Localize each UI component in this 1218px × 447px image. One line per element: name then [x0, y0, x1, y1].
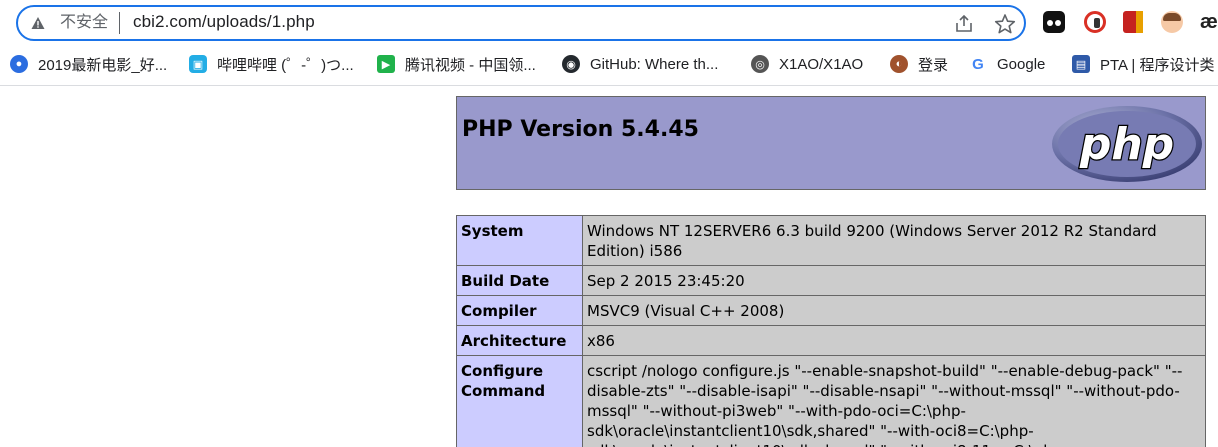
- bookmark-bilibili[interactable]: ▣ 哔哩哔哩 (゜-゜)つ...: [189, 50, 354, 78]
- globe-icon: ◎: [751, 55, 769, 73]
- table-row: System Windows NT 12SERVER6 6.3 build 92…: [456, 215, 1206, 266]
- url-text[interactable]: cbi2.com/uploads/1.php: [133, 12, 315, 32]
- row-value: MSVC9 (Visual C++ 2008): [582, 295, 1206, 326]
- table-row: Build Date Sep 2 2015 23:45:20: [456, 265, 1206, 296]
- row-key: Compiler: [456, 295, 583, 326]
- row-key: Architecture: [456, 325, 583, 356]
- row-value: cscript /nologo configure.js "--enable-s…: [582, 355, 1206, 447]
- page-content: PHP Version 5.4.45 php System Windows NT…: [0, 87, 1218, 447]
- login-site-icon: ◐: [890, 55, 908, 73]
- row-key: System: [456, 215, 583, 266]
- browser-chrome: 不安全 cbi2.com/uploads/1.php æ ● 2019最新电影_…: [0, 0, 1218, 86]
- row-key: Build Date: [456, 265, 583, 296]
- globe-blue-icon: ●: [10, 55, 28, 73]
- share-icon[interactable]: [953, 13, 975, 35]
- github-icon: ◉: [562, 55, 580, 73]
- google-icon: G: [969, 55, 987, 73]
- tencent-video-icon: ▶: [377, 55, 395, 73]
- extension-icon-1[interactable]: [1043, 11, 1065, 33]
- extension-icon-5[interactable]: æ: [1200, 11, 1218, 33]
- bookmark-label: X1AO/X1AO: [779, 55, 864, 73]
- bookmark-label: PTA | 程序设计类: [1100, 56, 1215, 74]
- row-key: Configure Command: [456, 355, 583, 447]
- avatar-extension-icon[interactable]: [1161, 11, 1183, 33]
- row-value: x86: [582, 325, 1206, 356]
- table-row: Compiler MSVC9 (Visual C++ 2008): [456, 295, 1206, 326]
- php-logo-icon[interactable]: php: [1050, 104, 1205, 184]
- bookmark-label: GitHub: Where th...: [590, 55, 719, 73]
- bookmark-movie-site[interactable]: ● 2019最新电影_好...: [10, 50, 167, 78]
- bookmark-github[interactable]: ◉ GitHub: Where th...: [562, 50, 718, 78]
- row-value: Windows NT 12SERVER6 6.3 build 9200 (Win…: [582, 215, 1206, 266]
- bookmark-label: 登录: [918, 56, 949, 74]
- bookmark-label: 哔哩哔哩 (゜-゜)つ...: [217, 56, 354, 74]
- bookmark-label: 腾讯视频 - 中国领...: [405, 56, 536, 74]
- row-value: Sep 2 2015 23:45:20: [582, 265, 1206, 296]
- address-bar[interactable]: 不安全 cbi2.com/uploads/1.php: [16, 5, 1026, 41]
- bookmark-login[interactable]: ◐ 登录: [890, 50, 948, 78]
- bookmark-label: 2019最新电影_好...: [38, 56, 168, 74]
- star-icon[interactable]: [994, 13, 1016, 35]
- page-title: PHP Version 5.4.45: [462, 117, 699, 142]
- php-logo-text: php: [1079, 119, 1174, 170]
- security-label[interactable]: 不安全: [60, 13, 108, 33]
- bookmarks-bar: ● 2019最新电影_好... ▣ 哔哩哔哩 (゜-゜)つ... ▶ 腾讯视频 …: [0, 50, 1218, 78]
- pta-icon: ▤: [1072, 55, 1090, 73]
- phpinfo-header: PHP Version 5.4.45 php: [456, 96, 1206, 190]
- extension-icon-3[interactable]: [1123, 11, 1143, 33]
- bookmark-label: Google: [997, 55, 1046, 73]
- table-row: Architecture x86: [456, 325, 1206, 356]
- adblock-icon[interactable]: [1084, 11, 1106, 33]
- warning-triangle-icon[interactable]: [31, 16, 45, 30]
- bookmark-pta[interactable]: ▤ PTA | 程序设计类: [1072, 50, 1214, 78]
- address-divider: [119, 12, 120, 34]
- bookmark-x1ao[interactable]: ◎ X1AO/X1AO: [751, 50, 863, 78]
- bookmark-tencent-video[interactable]: ▶ 腾讯视频 - 中国领...: [377, 50, 536, 78]
- table-row: Configure Command cscript /nologo config…: [456, 355, 1206, 447]
- phpinfo-table: System Windows NT 12SERVER6 6.3 build 92…: [456, 215, 1206, 447]
- bilibili-icon: ▣: [189, 55, 207, 73]
- bookmark-google[interactable]: G Google: [969, 50, 1045, 78]
